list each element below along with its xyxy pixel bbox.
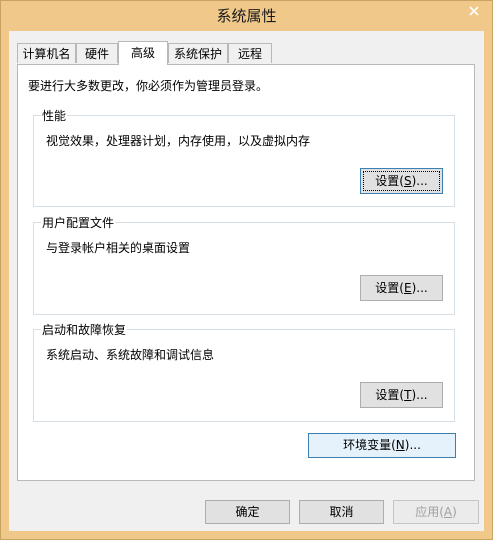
apply-button[interactable]: 应用(A) (393, 500, 479, 524)
close-button[interactable] (460, 1, 487, 21)
button-label-prefix: 设置( (375, 281, 404, 295)
button-label-suffix: )... (411, 281, 428, 295)
user-profiles-description: 与登录帐户相关的桌面设置 (46, 241, 191, 255)
user-profiles-title: 用户配置文件 (41, 214, 116, 231)
button-label-suffix: )... (411, 388, 428, 402)
button-mnemonic: E (403, 281, 412, 295)
tab-computer-name[interactable]: 计算机名 (17, 43, 76, 63)
dialog-client-area: 计算机名 硬件 高级 系统保护 远程 要进行大多数更改，你必须作为管理员登录。 … (9, 31, 484, 531)
startup-recovery-group: 启动和故障恢复 系统启动、系统故障和调试信息 设置(T)... (33, 321, 455, 422)
ok-button[interactable]: 确定 (205, 500, 290, 524)
tab-advanced[interactable]: 高级 (118, 41, 168, 65)
startup-recovery-settings-button[interactable]: 设置(T)... (360, 382, 443, 408)
startup-recovery-title: 启动和故障恢复 (41, 321, 128, 338)
performance-group: 性能 视觉效果，处理器计划，内存使用，以及虚拟内存 设置(S)... (33, 107, 455, 207)
cancel-button[interactable]: 取消 (299, 500, 384, 524)
environment-variables-button[interactable]: 环境变量(N)... (308, 433, 456, 458)
button-mnemonic: S (403, 174, 412, 188)
system-properties-window: 系统属性 计算机名 硬件 高级 系统保护 远程 要进行大多数更改，你必须作为管理… (0, 0, 493, 540)
button-mnemonic: N (395, 438, 405, 452)
admin-note: 要进行大多数更改，你必须作为管理员登录。 (28, 79, 269, 93)
user-profiles-settings-button[interactable]: 设置(E)... (360, 275, 443, 301)
button-label-prefix: 设置( (375, 174, 404, 188)
startup-recovery-description: 系统启动、系统故障和调试信息 (46, 348, 215, 362)
performance-description: 视觉效果，处理器计划，内存使用，以及虚拟内存 (46, 134, 311, 148)
button-label-prefix: 设置( (375, 388, 405, 402)
window-title: 系统属性 (216, 7, 277, 25)
button-label-suffix: ) (452, 505, 457, 519)
tab-hardware[interactable]: 硬件 (76, 43, 118, 63)
button-mnemonic: A (443, 505, 453, 519)
performance-title: 性能 (41, 107, 68, 124)
user-profiles-group: 用户配置文件 与登录帐户相关的桌面设置 设置(E)... (33, 214, 455, 315)
performance-settings-button[interactable]: 设置(S)... (360, 168, 443, 194)
button-label-prefix: 环境变量( (343, 438, 396, 452)
button-label-suffix: )... (411, 174, 428, 188)
tab-system-protection[interactable]: 系统保护 (168, 43, 228, 63)
button-label-suffix: )... (404, 438, 421, 452)
tab-remote[interactable]: 远程 (228, 43, 272, 63)
advanced-tab-panel: 要进行大多数更改，你必须作为管理员登录。 性能 视觉效果，处理器计划，内存使用，… (17, 64, 475, 481)
button-label-prefix: 应用( (415, 505, 444, 519)
close-icon (468, 6, 479, 16)
